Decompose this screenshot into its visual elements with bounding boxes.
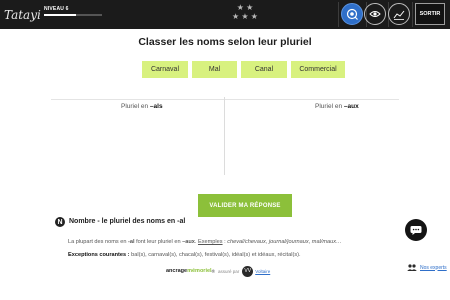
stats-chart-icon [393,10,405,20]
rule-examples: cheval/chevaux, journal/journaux, mal/ma… [227,239,342,245]
word-chip[interactable]: Commercial [291,61,345,78]
chat-bubble-icon [410,225,422,235]
rule-exceptions: Exceptions courantes : bal(s), carnaval(… [68,252,378,259]
partner-link[interactable]: Voltaire [255,269,270,274]
brand-text-accent: mémoriel [187,268,212,274]
topbar-divider [338,2,339,27]
rule-explanation: La plupart des noms en -al font leur plu… [68,239,378,246]
column-header-suffix: –als [149,103,163,110]
partner-logo-icon: VV [242,265,254,277]
view-button[interactable] [364,3,386,25]
validate-button[interactable]: VALIDER MA RÉPONSE [198,194,292,217]
column-header-suffix: –aux [343,103,359,110]
experts-link[interactable]: Nos experts [407,264,447,271]
topbar-divider [412,2,413,27]
view-icon [369,11,381,17]
column-header-prefix: Pluriel en [315,103,344,110]
rule-icon: N [55,217,65,227]
rule-title: Nombre - le pluriel des noms en -al [69,218,186,225]
chat-button[interactable] [405,219,427,241]
credit-by: assuré par [217,268,240,274]
users-icon [407,264,417,271]
stats-button[interactable] [388,3,410,25]
word-chip[interactable]: Canal [241,61,287,78]
level-label: NIVEAU 6 [44,6,69,12]
accessibility-button[interactable] [341,3,363,25]
rule-examples-label: Exemples [197,239,223,245]
brand-text: ancrage [166,268,188,274]
stars-row-top: ★ ★ [236,3,254,12]
rule-text: font leur pluriel en [134,239,183,245]
top-bar: Tatayi NIVEAU 6 ★ ★ ★ ★ ★ SORTIR [0,0,450,29]
rule-text: La plupart des noms en [68,239,129,245]
column-header-als[interactable]: Pluriel en –als [121,103,163,110]
column-divider [224,97,225,175]
level-progress-bar [44,14,102,16]
column-header-aux[interactable]: Pluriel en –aux [315,103,359,110]
level-progress-fill [44,14,76,16]
stars-row-bottom: ★ ★ ★ [232,12,258,21]
rule-text: –aux [182,239,195,245]
eye-accessibility-icon [346,8,358,20]
footer-credit: ancrage mémoriel ® assuré par VV Voltaire [166,265,270,277]
registered-mark: ® [211,268,215,274]
app-logo: Tatayi [4,8,41,22]
exit-button[interactable]: SORTIR [415,3,445,25]
word-chip[interactable]: Mal [192,61,237,78]
drop-zones [51,99,399,175]
experts-label: Nos experts [420,264,447,271]
exceptions-text: bal(s), carnaval(s), chacal(s), festival… [129,252,301,258]
stars-rating: ★ ★ ★ ★ ★ [232,3,258,21]
word-chip[interactable]: Carnaval [142,61,188,78]
exceptions-label: Exceptions courantes : [68,252,130,258]
column-header-prefix: Pluriel en [121,103,150,110]
exercise-title: Classer les noms selon leur pluriel [138,36,312,48]
